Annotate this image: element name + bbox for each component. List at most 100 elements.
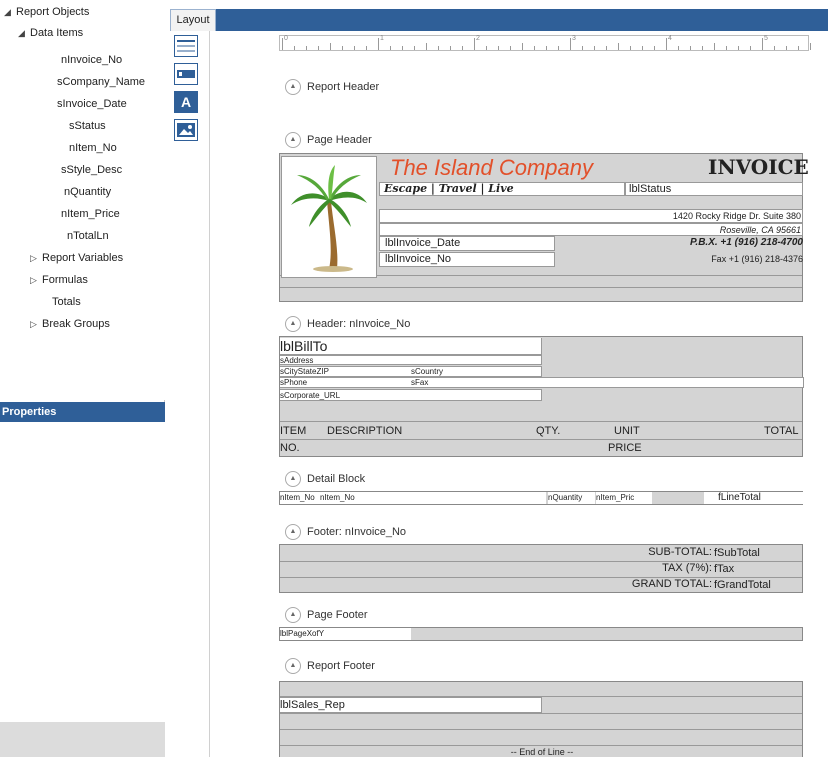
ruler-tick [414,46,415,50]
collapse-section-icon[interactable]: ▲ [285,524,301,541]
phone-fax-row[interactable]: sPhone sFax [280,377,804,388]
collapse-section-icon[interactable]: ▲ [285,132,301,149]
tagline-label[interactable]: Escape | Travel | Live [379,182,625,196]
tree-node-data-items[interactable]: ◢ Data Items [18,24,83,42]
column-total-header[interactable]: TOTAL [764,425,798,437]
collapse-section-icon[interactable]: ▲ [285,658,301,675]
subtotal-field[interactable]: fSubTotal [714,546,804,560]
tree-node-break-groups[interactable]: ▷ Break Groups [30,315,110,333]
band-gridline [280,729,802,730]
text-tool-icon[interactable]: A [174,91,198,113]
tree-item-nquantity[interactable]: nQuantity [64,183,111,201]
address-line1-label[interactable]: 1420 Rocky Ridge Dr. Suite 380 [379,209,803,223]
ruler-tick [726,46,727,50]
page-footer-band[interactable]: lblPageXofY [279,627,803,641]
column-unit-header[interactable]: UNIT [614,425,640,437]
ruler-tick [318,46,319,50]
line-tool-icon[interactable] [174,35,198,57]
report-footer-band[interactable]: lblSales_Rep -- End of Line -- [279,681,803,757]
tree-item-sinvoice-date[interactable]: sInvoice_Date [57,95,127,113]
rectangle-tool-icon[interactable] [174,63,198,85]
group-footer-band[interactable]: SUB-TOTAL: fSubTotal TAX (7%): fTax GRAN… [279,544,803,593]
invoice-title-label[interactable]: INVOICE [708,155,809,179]
tree-item-sstyle-desc[interactable]: sStyle_Desc [61,161,122,179]
collapse-section-icon[interactable]: ▲ [285,607,301,624]
fax-label[interactable]: Fax +1 (916) 218-4376 [558,254,803,264]
collapse-arrow-icon[interactable]: ◢ [4,3,16,21]
ruler-number: 5 [764,35,768,42]
ruler-tick [510,46,511,50]
company-name-label[interactable]: The Island Company [390,155,593,181]
layout-canvas[interactable]: 012345 ▲ Report Header ▲ Page Header The… [211,31,828,757]
section-footer-invoice[interactable]: ▲ Footer: nInvoice_No [285,523,406,541]
column-qty-header[interactable]: QTY. [536,425,560,437]
ruler-number: 2 [476,35,480,42]
grand-total-label[interactable]: GRAND TOTAL: [530,578,712,590]
tree-item-nitem-no[interactable]: nItem_No [69,139,117,157]
item-price-field[interactable]: nItem_Pric [596,492,652,504]
column-item-header[interactable]: ITEM [280,425,306,437]
column-description-header[interactable]: DESCRIPTION [327,425,402,437]
status-label[interactable]: lblStatus [625,182,803,196]
section-page-header[interactable]: ▲ Page Header [285,131,372,149]
collapse-arrow-icon[interactable]: ◢ [18,24,30,42]
quantity-field[interactable]: nQuantity [548,492,595,504]
expand-arrow-icon[interactable]: ▷ [30,271,42,289]
address-field[interactable]: sAddress [280,355,542,365]
tree-node-report-objects[interactable]: ◢ Report Objects [4,3,89,21]
tree-node-report-variables[interactable]: ▷ Report Variables [30,249,123,267]
sales-rep-label[interactable]: lblSales_Rep [280,697,542,713]
collapse-section-icon[interactable]: ▲ [285,79,301,96]
group-header-band[interactable]: lblBillTo sAddress sCityStateZIP sCountry… [279,336,804,457]
band-gridline [280,745,802,746]
ruler-number: 3 [572,35,576,42]
section-header-invoice[interactable]: ▲ Header: nInvoice_No [285,315,410,333]
collapse-section-icon[interactable]: ▲ [285,316,301,333]
expand-arrow-icon[interactable]: ▷ [30,315,42,333]
ruler-tick [366,46,367,50]
detail-band[interactable]: nItem_No nItem_No nQuantity nItem_Pric f… [279,491,804,505]
phone-label[interactable]: P.B.X. +1 (916) 218-4700 [558,237,803,248]
tree-item-sstatus[interactable]: sStatus [69,117,106,135]
column-price-header[interactable]: PRICE [608,442,642,454]
tab-layout[interactable]: Layout [170,9,216,31]
subtotal-label[interactable]: SUB-TOTAL: [530,546,712,558]
expand-arrow-icon[interactable]: ▷ [30,249,42,267]
tree-item-ninvoice-no[interactable]: nInvoice_No [61,51,122,69]
ruler-tick [378,38,379,50]
ruler-number: 4 [668,35,672,42]
section-page-footer[interactable]: ▲ Page Footer [285,606,368,624]
invoice-number-label[interactable]: lblInvoice_No [379,252,555,267]
palm-tree-logo-image[interactable] [281,156,377,278]
bill-to-label[interactable]: lblBillTo [280,338,542,355]
tree-node-formulas[interactable]: ▷ Formulas [30,271,88,289]
corporate-url-field[interactable]: sCorporate_URL [280,389,542,401]
tree-node-label: Formulas [42,274,88,286]
end-of-line-label[interactable]: -- End of Line -- [280,747,804,757]
tax-field[interactable]: fTax [714,562,804,576]
tax-label[interactable]: TAX (7%): [530,562,712,574]
image-tool-icon[interactable] [174,119,198,141]
section-report-header[interactable]: ▲ Report Header [285,78,379,96]
tree-item-scompany-name[interactable]: sCompany_Name [57,73,145,91]
page-header-band[interactable]: The Island Company INVOICE Escape | Trav… [279,153,809,302]
ruler-number: 0 [284,35,288,42]
item-no-field[interactable]: nItem_No [280,492,320,504]
column-no-header[interactable]: NO. [280,442,300,454]
address-line2-label[interactable]: Roseville, CA 95661 [379,223,803,236]
ruler-tick [606,46,607,50]
line-total-field[interactable]: fLineTotal [704,492,804,504]
item-description-field[interactable]: nItem_No [320,492,546,504]
page-x-of-y-label[interactable]: lblPageXofY [280,628,411,640]
tree-node-totals[interactable]: Totals [52,293,81,311]
collapse-section-icon[interactable]: ▲ [285,471,301,488]
city-state-zip-field[interactable]: sCityStateZIP sCountry [280,366,542,377]
invoice-date-label[interactable]: lblInvoice_Date [379,236,555,251]
section-report-footer[interactable]: ▲ Report Footer [285,657,375,675]
tree-item-nitem-price[interactable]: nItem_Price [61,205,120,223]
tree-item-ntotalln[interactable]: nTotalLn [67,227,109,245]
grand-total-field[interactable]: fGrandTotal [714,578,804,592]
ruler-tick [462,46,463,50]
section-detail-block[interactable]: ▲ Detail Block [285,470,365,488]
section-label: Page Header [307,134,372,146]
